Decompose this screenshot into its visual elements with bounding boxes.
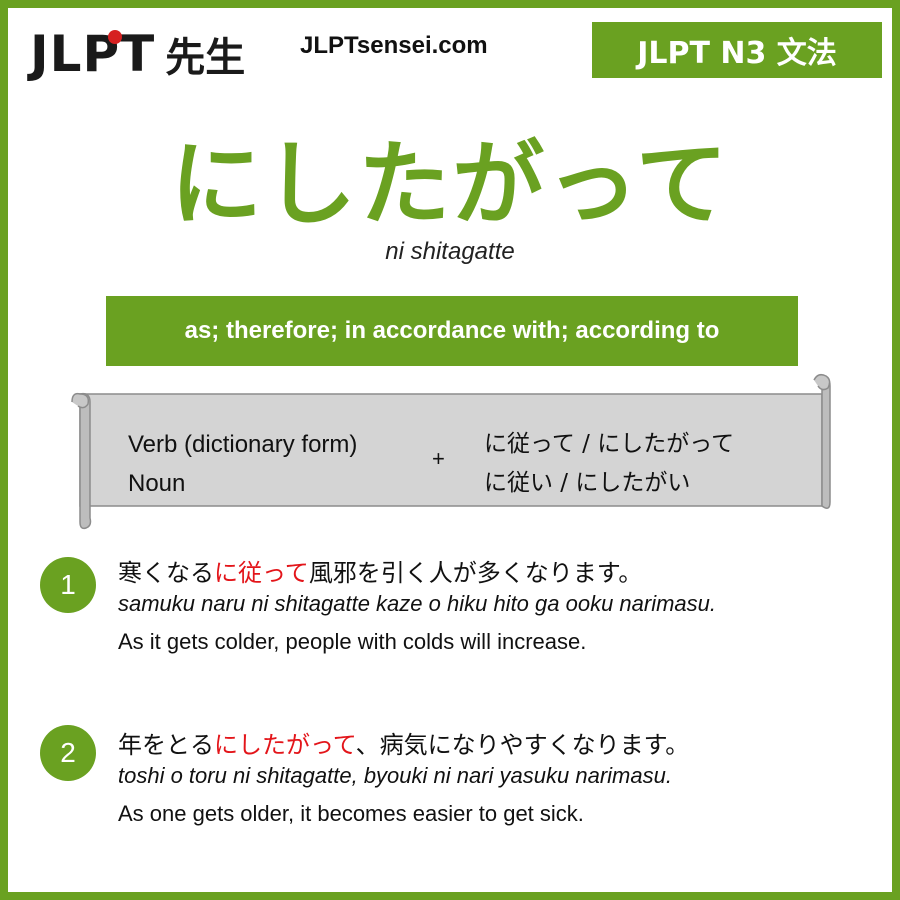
example-jp-highlight: に従って	[214, 559, 309, 587]
example-jp-highlight: にしたがって	[214, 731, 356, 759]
example-jp-before: 年をとる	[118, 731, 214, 759]
level-badge: JLPT N3 文法	[592, 22, 882, 78]
grammar-romaji: ni shitagatte	[385, 238, 515, 265]
grammar-title: にしたがって	[170, 131, 730, 238]
formation-masu-stem: に従い / にしたがい	[484, 470, 691, 496]
example-english: As it gets colder, people with colds wil…	[118, 629, 587, 654]
formation-right: に従って / にしたがって に従い / にしたがい	[484, 425, 734, 503]
formation-plus: +	[432, 446, 445, 471]
logo-jlpt-text: JLPT	[30, 25, 156, 83]
meaning-box: as; therefore; in accordance with; accor…	[106, 296, 798, 366]
jlpt-sensei-logo[interactable]: JLPT 先生	[30, 24, 245, 84]
example-english: As one gets older, it becomes easier to …	[118, 801, 584, 826]
formation-verb: Verb (dictionary form)	[128, 431, 358, 458]
example-1: 寒くなるに従って風邪を引く人が多くなります。 samuku naru ni sh…	[118, 553, 716, 655]
example-number-badge: 2	[40, 725, 96, 781]
example-jp-after: 風邪を引く人が多くなります。	[308, 559, 643, 587]
formation-te-form: に従って / にしたがって	[484, 431, 735, 457]
site-url[interactable]: JLPTsensei.com	[300, 32, 488, 60]
formation-left: Verb (dictionary form) Noun	[128, 425, 357, 503]
example-japanese: 年をとるにしたがって、病気になりやすくなります。	[118, 725, 689, 763]
logo-red-dot-icon	[108, 30, 122, 44]
example-japanese: 寒くなるに従って風邪を引く人が多くなります。	[118, 553, 716, 591]
example-2: 年をとるにしたがって、病気になりやすくなります。 toshi o toru ni…	[118, 725, 689, 827]
example-romaji: toshi o toru ni shitagatte, byouki ni na…	[118, 763, 672, 788]
example-jp-after: 、病気になりやすくなります。	[355, 731, 690, 759]
logo-sensei-text: 先生	[165, 35, 246, 81]
example-jp-before: 寒くなる	[118, 559, 214, 587]
example-romaji: samuku naru ni shitagatte kaze o hiku hi…	[118, 591, 717, 616]
formation-noun: Noun	[128, 470, 186, 497]
example-number-badge: 1	[40, 557, 96, 613]
